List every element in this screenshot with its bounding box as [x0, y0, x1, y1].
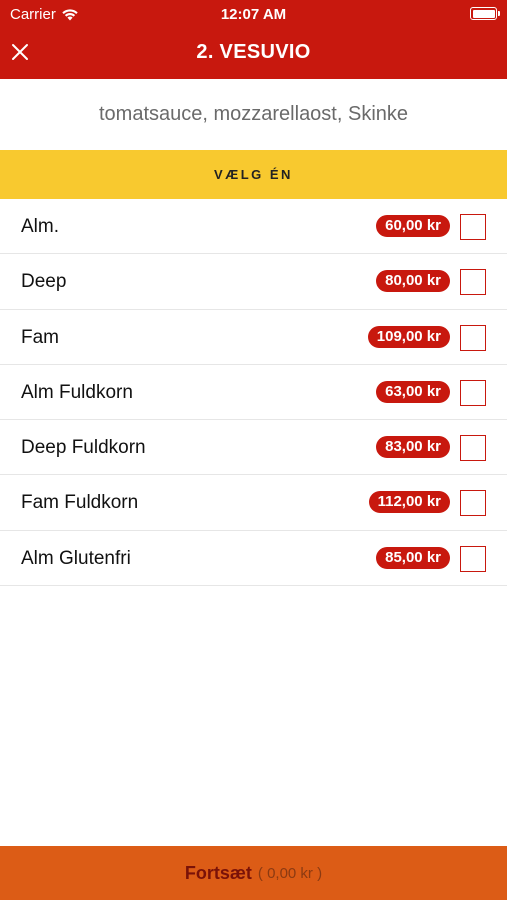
status-time: 12:07 AM — [220, 6, 287, 23]
price-badge: 109,00 kr — [367, 325, 450, 348]
battery-icon — [470, 7, 500, 20]
size-options-list: Alm. 60,00 kr Deep 80,00 kr Fam 109,00 k… — [0, 199, 507, 587]
option-checkbox[interactable] — [460, 435, 486, 462]
page-title: 2. VESUVIO — [196, 41, 311, 63]
option-row[interactable]: Alm Fuldkorn 63,00 kr — [0, 365, 507, 421]
option-checkbox[interactable] — [460, 379, 486, 406]
price-badge: 80,00 kr — [376, 270, 450, 293]
price-badge: 60,00 kr — [376, 215, 450, 237]
order-total: ( 0,00 kr ) — [257, 864, 323, 882]
option-row[interactable]: Deep Fuldkorn 83,00 kr — [0, 420, 507, 476]
option-name: Fam — [21, 326, 59, 348]
option-row[interactable]: Alm. 60,00 kr — [0, 199, 507, 255]
price-badge: 112,00 kr — [368, 491, 450, 514]
option-checkbox[interactable] — [460, 324, 486, 351]
option-name: Deep — [21, 271, 67, 293]
choose-one-banner: VÆLG ÉN — [0, 150, 507, 199]
continue-label: Fortsæt — [184, 862, 252, 883]
option-checkbox[interactable] — [460, 269, 486, 296]
option-row[interactable]: Fam 109,00 kr — [0, 310, 507, 365]
option-name: Deep Fuldkorn — [21, 437, 146, 459]
status-bar: Carrier 12:07 AM — [0, 0, 507, 28]
option-checkbox[interactable] — [460, 545, 486, 572]
product-ingredients: tomatsauce, mozzarellaost, Skinke — [98, 103, 409, 125]
option-name: Fam Fuldkorn — [21, 492, 139, 514]
price-badge: 83,00 kr — [376, 436, 450, 459]
app-header: Carrier 12:07 AM 2. VESUVIO — [0, 0, 507, 79]
option-row[interactable]: Deep 80,00 kr — [0, 254, 507, 310]
price-badge: 85,00 kr — [376, 546, 450, 569]
price-badge: 63,00 kr — [376, 380, 450, 403]
option-row[interactable]: Fam Fuldkorn 112,00 kr — [0, 475, 507, 531]
option-name: Alm Glutenfri — [21, 547, 131, 569]
option-checkbox[interactable] — [460, 490, 486, 517]
continue-button[interactable]: Fortsæt ( 0,00 kr ) — [0, 846, 507, 900]
option-name: Alm. — [21, 216, 59, 237]
option-checkbox[interactable] — [460, 214, 486, 240]
option-name: Alm Fuldkorn — [21, 381, 133, 403]
option-row[interactable]: Alm Glutenfri 85,00 kr — [0, 531, 507, 587]
